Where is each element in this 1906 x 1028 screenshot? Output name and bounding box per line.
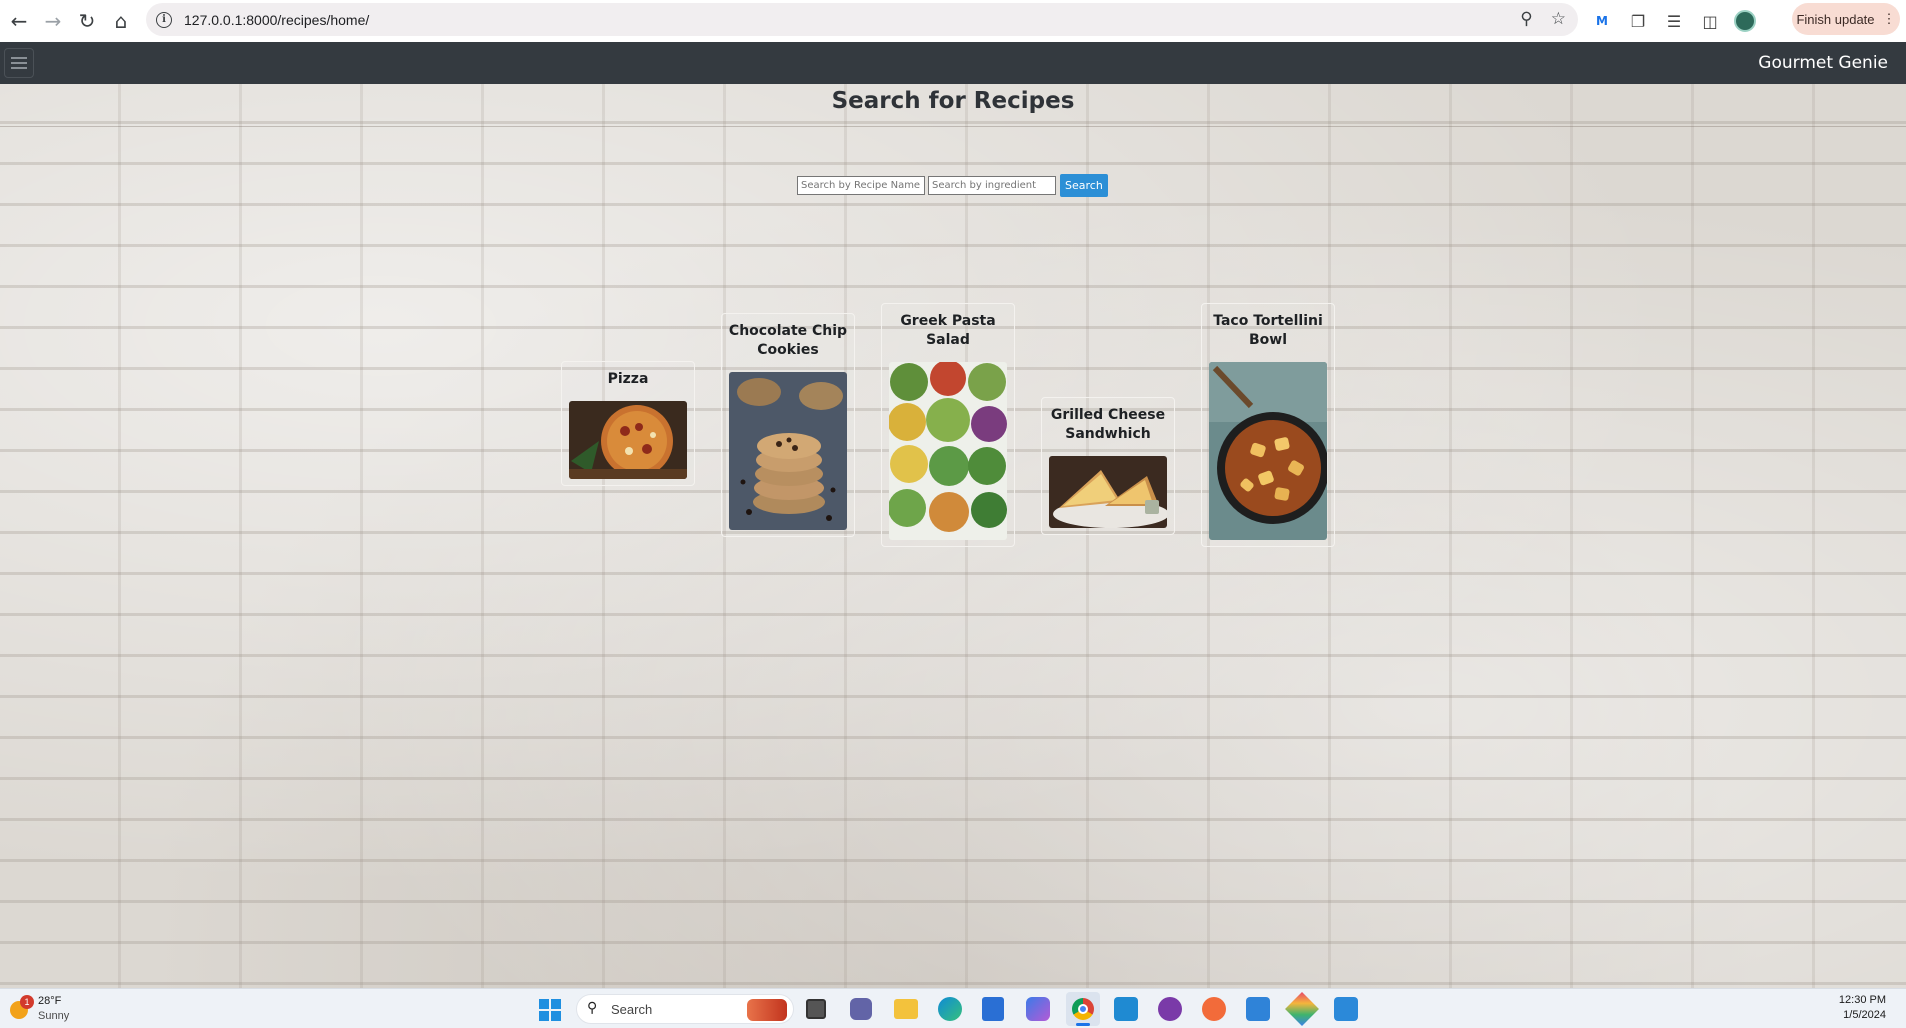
weather-temp: 28°F — [38, 995, 62, 1007]
back-icon[interactable]: ← — [2, 4, 36, 38]
recipe-card-chocolate-chip-cookies[interactable]: Chocolate Chip Cookies — [721, 313, 855, 537]
recipe-title[interactable]: Chocolate Chip Cookies — [728, 322, 848, 360]
search-highlight-icon — [747, 999, 787, 1021]
page-background: Gourmet Genie Search for Recipes Search … — [0, 42, 1906, 988]
hamburger-menu-icon[interactable] — [4, 48, 34, 78]
title-divider — [0, 126, 1906, 127]
extensions-puzzle-icon[interactable]: ❐ — [1626, 9, 1650, 33]
pizza-image[interactable] — [569, 401, 687, 479]
clock-time: 12:30 PM — [1838, 994, 1886, 1006]
start-icon[interactable] — [539, 999, 561, 1021]
weather-widget[interactable]: 1 28°F Sunny — [8, 993, 88, 1025]
chrome-icon[interactable] — [1066, 992, 1100, 1026]
sandwich-image[interactable] — [1049, 456, 1167, 528]
more-menu-icon: ⋮ — [1882, 11, 1896, 26]
cookies-image[interactable] — [729, 372, 847, 530]
weather-desc: Sunny — [38, 1010, 70, 1022]
app-icon[interactable] — [1285, 992, 1319, 1026]
search-form: Search — [797, 174, 1108, 197]
browser-toolbar: ← → ↻ ⌂ i 127.0.0.1:8000/recipes/home/ ⚲… — [0, 0, 1906, 42]
store-icon[interactable] — [982, 997, 1004, 1021]
search-button[interactable]: Search — [1060, 174, 1108, 197]
forward-icon[interactable]: → — [36, 4, 70, 38]
brand-name[interactable]: Gourmet Genie — [1758, 53, 1888, 73]
photos-icon[interactable] — [1334, 997, 1358, 1021]
extension-icon[interactable]: M — [1590, 9, 1614, 33]
recipe-name-search-input[interactable] — [797, 176, 925, 195]
finish-update-button[interactable]: Finish update ⋮ — [1792, 3, 1900, 35]
salad-bowls-image[interactable] — [889, 362, 1007, 540]
site-info-icon[interactable]: i — [156, 11, 172, 28]
home-icon[interactable]: ⌂ — [104, 4, 138, 38]
side-panel-icon[interactable]: ◫ — [1698, 9, 1722, 33]
weather-badge: 1 — [20, 995, 34, 1009]
recipe-card-taco-tortellini-bowl[interactable]: Taco Tortellini Bowl — [1201, 303, 1335, 547]
file-explorer-icon[interactable] — [894, 999, 918, 1019]
address-bar[interactable]: i 127.0.0.1:8000/recipes/home/ ⚲ ☆ — [146, 3, 1578, 36]
edge-icon[interactable] — [938, 997, 962, 1021]
clock-date: 1/5/2024 — [1843, 1009, 1886, 1021]
search-icon: ⚲ — [587, 1000, 598, 1016]
recipe-card-grilled-cheese-sandwich[interactable]: Grilled Cheese Sandwhich — [1041, 397, 1175, 535]
finish-update-label: Finish update — [1796, 11, 1875, 27]
reload-icon[interactable]: ↻ — [70, 4, 104, 38]
postman-icon[interactable] — [1202, 997, 1226, 1021]
task-view-icon[interactable] — [806, 999, 826, 1019]
recipe-title[interactable]: Pizza — [568, 370, 688, 389]
copilot-icon[interactable] — [1026, 997, 1050, 1021]
taskbar-search-box[interactable]: ⚲ Search — [576, 994, 794, 1024]
recipe-card-greek-pasta-salad[interactable]: Greek Pasta Salad — [881, 303, 1015, 547]
reading-list-icon[interactable]: ☰ — [1662, 9, 1686, 33]
vscode-icon[interactable] — [1114, 997, 1138, 1021]
app-navbar: Gourmet Genie — [0, 42, 1906, 84]
profile-avatar[interactable] — [1734, 10, 1756, 32]
clock[interactable]: 12:30 PM 1/5/2024 — [1839, 993, 1886, 1023]
zoom-icon[interactable]: ⚲ — [1520, 9, 1532, 29]
recipe-title[interactable]: Grilled Cheese Sandwhich — [1048, 406, 1168, 444]
url-text[interactable]: 127.0.0.1:8000/recipes/home/ — [184, 12, 369, 28]
recipe-title[interactable]: Taco Tortellini Bowl — [1208, 312, 1328, 350]
page-title: Search for Recipes — [831, 88, 1075, 114]
taskbar: 1 28°F Sunny ⚲ Search 12:30 PM 1/5/2024 — [0, 988, 1906, 1028]
github-desktop-icon[interactable] — [1158, 997, 1182, 1021]
tortellini-pan-image[interactable] — [1209, 362, 1327, 540]
snipping-tool-icon[interactable] — [1246, 997, 1270, 1021]
bookmark-star-icon[interactable]: ☆ — [1551, 9, 1566, 29]
taskbar-search-label: Search — [611, 1002, 653, 1017]
recipe-card-pizza[interactable]: Pizza — [561, 361, 695, 486]
ingredient-search-input[interactable] — [928, 176, 1056, 195]
recipe-title[interactable]: Greek Pasta Salad — [888, 312, 1008, 350]
teams-chat-icon[interactable] — [850, 998, 872, 1020]
